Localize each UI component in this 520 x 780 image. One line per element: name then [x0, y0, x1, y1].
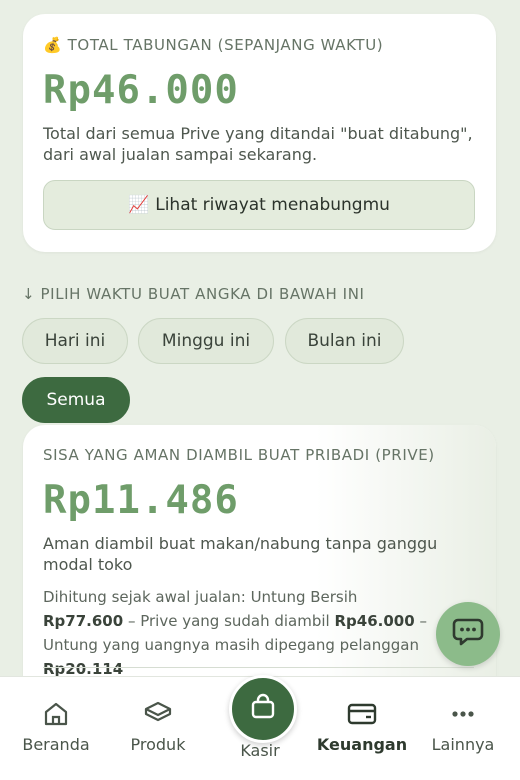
net-profit-value: Rp77.600: [43, 612, 124, 630]
chart-up-icon: 📈: [128, 195, 150, 215]
total-savings-description: Total dari semua Prive yang ditandai "bu…: [43, 124, 473, 164]
period-chip-all[interactable]: Semua: [22, 377, 130, 423]
nav-item-produk[interactable]: Produk: [108, 699, 208, 754]
chat-button[interactable]: [436, 602, 500, 666]
money-bag-icon: 💰: [43, 36, 63, 54]
nav-item-kasir-button[interactable]: [229, 675, 297, 743]
nav-item-keuangan[interactable]: Keuangan: [312, 699, 412, 754]
home-icon: [42, 699, 70, 729]
nav-item-beranda[interactable]: Beranda: [6, 699, 106, 754]
period-section-label: ↓ PILIH WAKTU BUAT ANGKA DI BAWAH INI: [22, 285, 365, 303]
wallet-icon: [347, 699, 377, 729]
chat-bubble-icon: [452, 617, 484, 651]
safe-prive-amount: Rp11.486: [43, 478, 239, 523]
box-icon: [143, 699, 173, 729]
nav-item-lainnya[interactable]: Lainnya: [413, 699, 513, 754]
total-savings-card: 💰 TOTAL TABUNGAN (SEPANJANG WAKTU) Rp46.…: [23, 14, 496, 252]
nav-item-kasir-label[interactable]: Kasir: [210, 741, 310, 760]
divider: [43, 667, 474, 668]
period-chip-today[interactable]: Hari ini: [22, 318, 128, 364]
savings-history-button[interactable]: 📈 Lihat riwayat menabungmu: [43, 180, 475, 230]
total-savings-title: 💰 TOTAL TABUNGAN (SEPANJANG WAKTU): [43, 36, 384, 54]
bottom-nav: Beranda Produk Kasir Keuangan Lainnya: [0, 675, 520, 780]
safe-prive-description: Aman diambil buat makan/nabung tanpa gan…: [43, 534, 438, 574]
period-chip-month[interactable]: Bulan ini: [285, 318, 404, 364]
period-chip-week[interactable]: Minggu ini: [138, 318, 274, 364]
bag-icon: [249, 693, 277, 725]
safe-prive-title: SISA YANG AMAN DIAMBIL BUAT PRIBADI (PRI…: [43, 446, 435, 464]
more-icon: [449, 699, 477, 729]
total-savings-amount: Rp46.000: [43, 68, 239, 113]
prive-taken-value: Rp46.000: [334, 612, 415, 630]
